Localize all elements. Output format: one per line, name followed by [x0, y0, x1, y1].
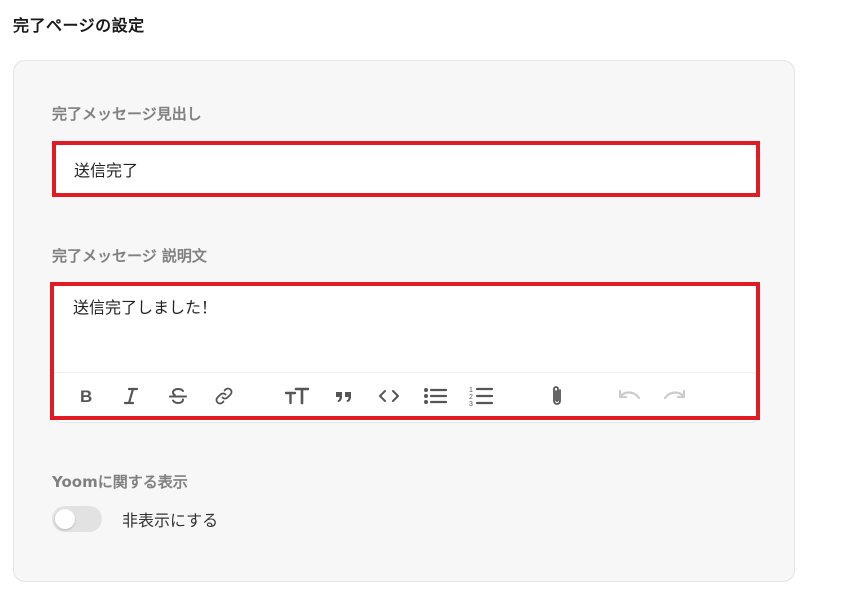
link-icon	[215, 387, 233, 405]
bulleted-list-icon	[424, 388, 447, 404]
attachment-button[interactable]	[541, 373, 573, 419]
svg-text:2: 2	[469, 394, 473, 401]
hide-yoom-toggle[interactable]	[52, 506, 102, 532]
numbered-list-icon: 123	[469, 387, 493, 407]
code-icon	[379, 390, 399, 402]
bold-button[interactable]: B	[71, 373, 103, 419]
bold-icon: B	[80, 387, 92, 405]
editor-toolbar: B 123	[53, 372, 759, 418]
italic-icon	[123, 387, 139, 405]
description-label: 完了メッセージ 説明文	[52, 247, 207, 265]
hide-yoom-toggle-row: 非表示にする	[52, 506, 218, 532]
toggle-knob	[55, 509, 75, 529]
code-button[interactable]	[373, 373, 405, 419]
undo-icon	[618, 389, 641, 400]
page-title: 完了ページの設定	[13, 16, 145, 35]
yoom-display-label: Yoomに関する表示	[52, 473, 188, 491]
strikethrough-icon	[169, 387, 187, 405]
strikethrough-button[interactable]	[162, 373, 194, 419]
undo-button[interactable]	[613, 373, 645, 419]
text-size-icon	[285, 387, 309, 405]
description-editor[interactable]: 送信完了しました！ B 1 2 3	[52, 283, 760, 423]
completion-settings-panel: 完了メッセージ見出し 送信完了 完了メッセージ 説明文 送信完了しました！ B	[13, 60, 795, 582]
bulleted-list-button[interactable]	[419, 373, 451, 419]
description-editor-value: 送信完了しました！	[73, 298, 218, 317]
heading-input[interactable]: 送信完了	[52, 141, 760, 197]
text-size-button[interactable]	[281, 373, 313, 419]
quote-button[interactable]	[328, 373, 360, 419]
italic-button[interactable]	[115, 373, 147, 419]
link-button[interactable]	[208, 373, 240, 419]
numbered-list-button[interactable]: 123	[465, 373, 497, 419]
svg-text:3: 3	[469, 401, 473, 407]
heading-label: 完了メッセージ見出し	[52, 105, 202, 123]
hide-yoom-toggle-label: 非表示にする	[122, 511, 219, 530]
quote-icon	[336, 392, 351, 402]
attachment-icon	[553, 386, 561, 405]
redo-icon	[663, 389, 686, 400]
heading-input-value: 送信完了	[74, 161, 139, 180]
redo-button[interactable]	[659, 373, 691, 419]
svg-text:B: B	[80, 387, 92, 405]
svg-text:1: 1	[469, 387, 473, 394]
